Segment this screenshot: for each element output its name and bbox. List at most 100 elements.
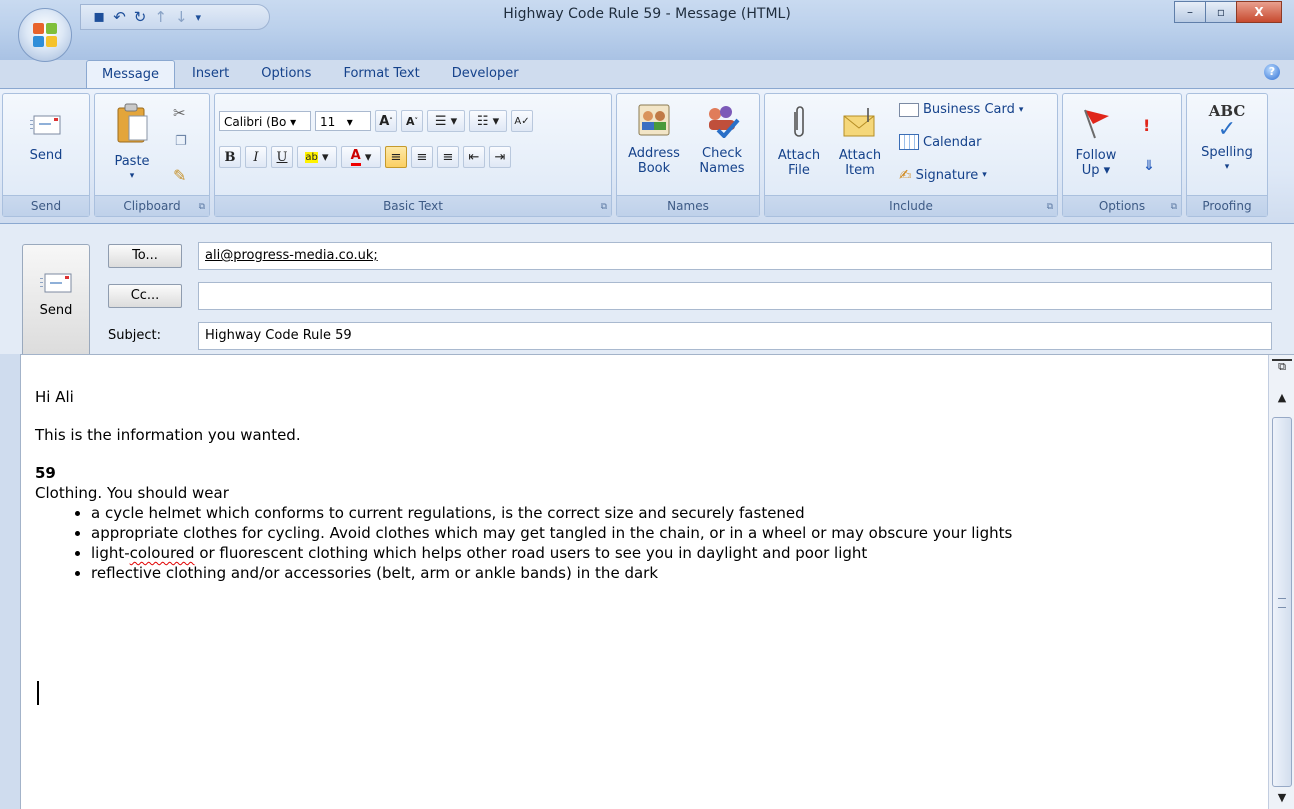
- font-size-value: 11: [320, 115, 336, 129]
- check-names-button[interactable]: Check Names: [689, 102, 755, 176]
- options-group-label: Options: [1063, 195, 1181, 216]
- follow-up-label-1: Follow: [1075, 148, 1117, 163]
- list-item: a cycle helmet which conforms to current…: [91, 503, 1255, 523]
- cut-icon[interactable]: ✂: [173, 104, 186, 122]
- spelling-button[interactable]: ABC ✓ Spelling ▾: [1191, 104, 1263, 175]
- attach-item-label-1: Attach: [838, 148, 882, 163]
- cc-button[interactable]: Cc...: [108, 284, 182, 308]
- low-importance-icon[interactable]: ⇓: [1143, 158, 1155, 174]
- basic-text-group: Calibri (Bo ▾ 11 ▾ A ˄ A ˅ ☰ ▾ ☷ ▾ A✓ B I …: [214, 93, 612, 217]
- cc-field[interactable]: [198, 282, 1272, 310]
- rule-number: 59: [35, 464, 56, 482]
- align-right-button[interactable]: ≡: [437, 146, 459, 168]
- bullets-button[interactable]: ☰ ▾: [427, 110, 465, 132]
- basic-text-launcher-icon[interactable]: ⧉: [601, 202, 607, 212]
- ruler-toggle-icon[interactable]: ⧉: [1272, 359, 1292, 373]
- scroll-up-button[interactable]: ▲: [1272, 391, 1292, 407]
- options-launcher-icon[interactable]: ⧉: [1171, 202, 1177, 212]
- clipboard-label: Clipboard: [123, 199, 181, 213]
- to-button[interactable]: To...: [108, 244, 182, 268]
- numbering-button[interactable]: ☷ ▾: [469, 110, 507, 132]
- increase-indent-button[interactable]: ⇥: [489, 146, 511, 168]
- proofing-group: ABC ✓ Spelling ▾ Proofing: [1186, 93, 1268, 217]
- styles-button[interactable]: A✓: [511, 110, 533, 132]
- paste-button[interactable]: Paste ▾: [103, 102, 161, 184]
- spelling-check-icon: ✓: [1217, 117, 1237, 142]
- shrink-font-button[interactable]: A ˅: [401, 110, 423, 132]
- calendar-label: Calendar: [923, 134, 982, 150]
- misspelled-word[interactable]: coloured: [130, 544, 195, 562]
- font-row: Calibri (Bo ▾ 11 ▾ A ˄ A ˅ ☰ ▾ ☷ ▾ A✓: [219, 110, 533, 132]
- align-center-button[interactable]: ≡: [411, 146, 433, 168]
- message-header: Send To... ali@progress-media.co.uk; Cc.…: [0, 224, 1294, 372]
- attach-file-button[interactable]: Attach File: [769, 106, 829, 178]
- close-button[interactable]: X: [1236, 1, 1282, 23]
- subject-label: Subject:: [108, 328, 161, 343]
- list-item: reflective clothing and/or accessories (…: [91, 563, 1255, 583]
- italic-button[interactable]: I: [245, 146, 267, 168]
- follow-up-button[interactable]: Follow Up ▾: [1067, 106, 1125, 178]
- attach-file-label-2: File: [788, 163, 810, 178]
- underline-button[interactable]: U: [271, 146, 293, 168]
- window-controls: – ▫ X: [1174, 1, 1282, 23]
- business-card-label: Business Card: [923, 102, 1015, 117]
- business-card-icon: [899, 102, 919, 117]
- tab-format-text[interactable]: Format Text: [328, 60, 434, 88]
- format-painter-icon[interactable]: ✎: [173, 166, 186, 185]
- help-icon[interactable]: ?: [1264, 64, 1280, 80]
- tab-insert[interactable]: Insert: [177, 60, 244, 88]
- lead-text: Clothing. You should wear: [35, 484, 229, 502]
- decrease-indent-button[interactable]: ⇤: [463, 146, 485, 168]
- office-button[interactable]: [18, 8, 72, 62]
- tab-message[interactable]: Message: [86, 60, 175, 89]
- vertical-scrollbar[interactable]: ⧉ ▲ ▼: [1268, 355, 1294, 809]
- copy-icon[interactable]: ❐: [175, 134, 187, 149]
- to-field[interactable]: ali@progress-media.co.uk;: [198, 242, 1272, 270]
- calendar-button[interactable]: Calendar: [899, 134, 981, 150]
- calendar-icon: [899, 134, 919, 150]
- tab-options[interactable]: Options: [246, 60, 326, 88]
- check-names-label-1: Check: [702, 146, 742, 161]
- scroll-thumb[interactable]: [1272, 417, 1292, 787]
- font-color-button[interactable]: A ▾: [341, 146, 381, 168]
- to-recipient[interactable]: ali@progress-media.co.uk;: [205, 248, 378, 263]
- attach-item-label-2: Item: [845, 163, 875, 178]
- address-book-button[interactable]: Address Book: [621, 102, 687, 176]
- body-content[interactable]: Hi Ali This is the information you wante…: [35, 355, 1255, 583]
- send-envelope-icon: [40, 273, 72, 293]
- tab-developer[interactable]: Developer: [437, 60, 534, 88]
- minimize-button[interactable]: –: [1174, 1, 1206, 23]
- highlight-button[interactable]: ab ▾: [297, 146, 337, 168]
- proofing-group-label: Proofing: [1187, 195, 1267, 216]
- include-launcher-icon[interactable]: ⧉: [1047, 202, 1053, 212]
- font-name-dropdown[interactable]: Calibri (Bo ▾: [219, 111, 311, 131]
- include-group-label: Include: [765, 195, 1057, 216]
- attach-item-envelope-icon: [843, 108, 875, 137]
- greeting-text: Hi Ali: [35, 388, 74, 406]
- clothing-list: a cycle helmet which conforms to current…: [35, 503, 1255, 583]
- business-card-button[interactable]: Business Card ▾: [899, 102, 1023, 117]
- bullet3-prefix: light-: [91, 544, 130, 562]
- paperclip-icon: [794, 106, 804, 137]
- align-left-button[interactable]: ≡: [385, 146, 407, 168]
- attach-file-label-1: Attach: [777, 148, 821, 163]
- address-book-label-2: Book: [637, 161, 671, 176]
- attach-item-button[interactable]: Attach Item: [829, 106, 891, 178]
- scroll-down-button[interactable]: ▼: [1272, 791, 1292, 807]
- clipboard-group-label: Clipboard: [95, 195, 209, 216]
- subject-field[interactable]: Highway Code Rule 59: [198, 322, 1272, 350]
- clipboard-launcher-icon[interactable]: ⧉: [199, 202, 205, 212]
- grow-font-button[interactable]: A ˄: [375, 110, 397, 132]
- address-book-label-1: Address: [628, 146, 680, 161]
- list-item: light-coloured or fluorescent clothing w…: [91, 543, 1255, 563]
- font-size-dropdown[interactable]: 11 ▾: [315, 111, 371, 131]
- message-body[interactable]: Hi Ali This is the information you wante…: [20, 354, 1294, 809]
- signature-button[interactable]: ✍ Signature ▾: [899, 166, 987, 184]
- send-ribbon-button[interactable]: Send: [13, 110, 79, 163]
- high-importance-icon[interactable]: !: [1143, 116, 1150, 135]
- maximize-button[interactable]: ▫: [1205, 1, 1237, 23]
- text-cursor: [37, 681, 39, 705]
- bold-button[interactable]: B: [219, 146, 241, 168]
- check-names-label-2: Names: [699, 161, 745, 176]
- send-button[interactable]: Send: [22, 244, 90, 372]
